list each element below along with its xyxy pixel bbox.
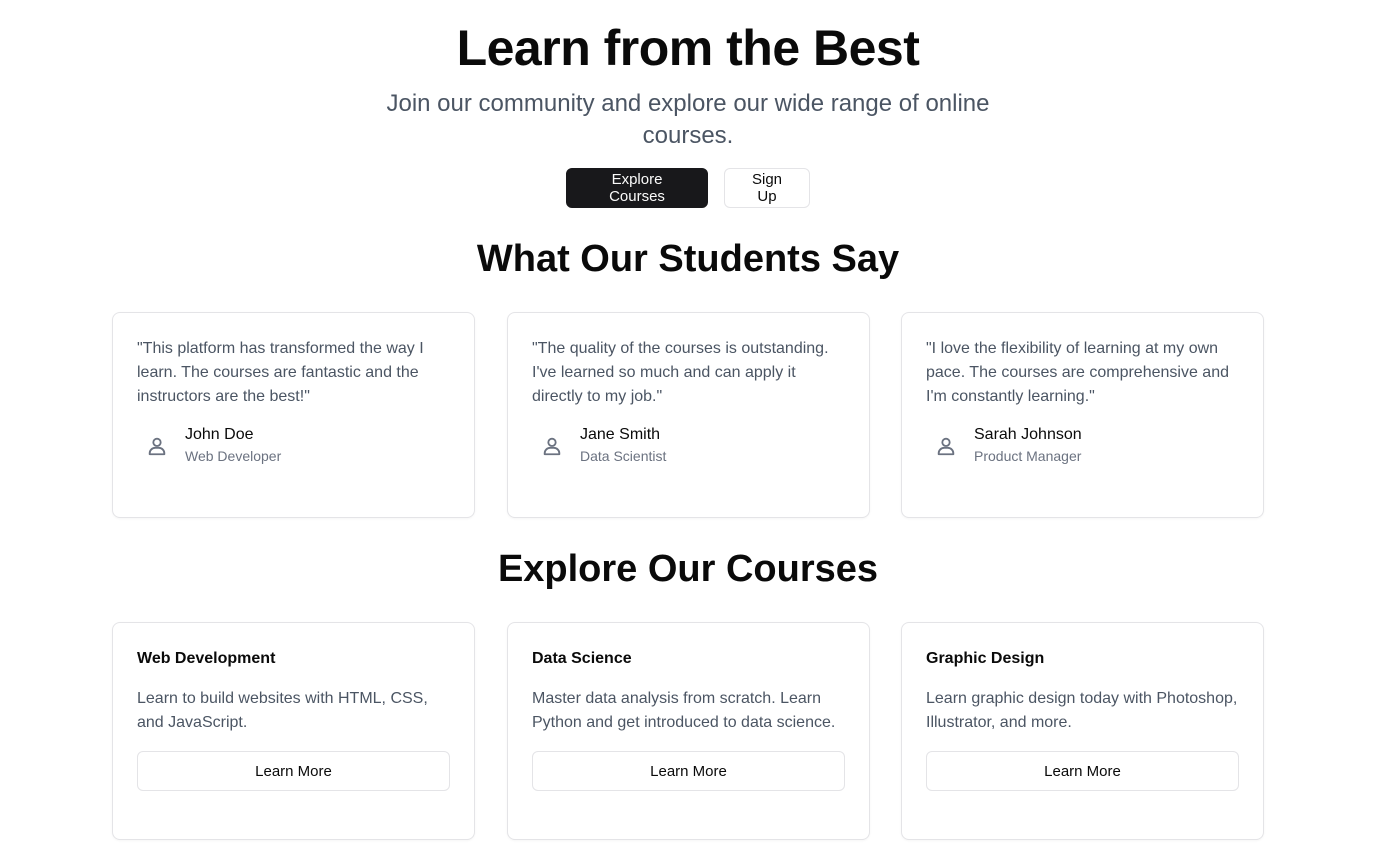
- testimonials-heading: What Our Students Say: [476, 238, 900, 280]
- user-icon: [137, 426, 177, 466]
- author-name: Sarah Johnson: [974, 426, 1082, 443]
- learn-more-button[interactable]: Learn More: [926, 751, 1239, 791]
- hero-title: Learn from the Best: [456, 20, 920, 76]
- learn-more-button[interactable]: Learn More: [137, 751, 450, 791]
- testimonial-author: Jane Smith Data Scientist: [532, 425, 845, 466]
- course-card: Graphic Design Learn graphic design toda…: [901, 622, 1264, 840]
- courses-heading: Explore Our Courses: [497, 548, 879, 590]
- course-description: Learn graphic design today with Photosho…: [926, 690, 1238, 731]
- user-icon: [532, 426, 572, 466]
- author-role: Data Scientist: [580, 448, 667, 464]
- testimonial-quote: "This platform has transformed the way I…: [137, 340, 424, 405]
- course-description: Learn to build websites with HTML, CSS, …: [137, 690, 428, 731]
- course-card: Data Science Master data analysis from s…: [507, 622, 870, 840]
- hero-subtitle: Join our community and explore our wide …: [386, 90, 990, 149]
- testimonial-card: "The quality of the courses is outstandi…: [507, 312, 870, 518]
- author-name: Jane Smith: [580, 426, 661, 443]
- explore-courses-button[interactable]: Explore Courses: [566, 168, 708, 208]
- course-title: Graphic Design: [926, 650, 1045, 667]
- course-description: Master data analysis from scratch. Learn…: [532, 690, 836, 731]
- user-icon: [926, 426, 966, 466]
- course-title: Web Development: [137, 650, 276, 667]
- learn-more-button[interactable]: Learn More: [532, 751, 845, 791]
- testimonial-author: Sarah Johnson Product Manager: [926, 425, 1239, 466]
- testimonial-author: John Doe Web Developer: [137, 425, 450, 466]
- testimonial-card: "I love the flexibility of learning at m…: [901, 312, 1264, 518]
- hero-actions: Explore Courses Sign Up: [0, 168, 1376, 208]
- course-card: Web Development Learn to build websites …: [112, 622, 475, 840]
- author-role: Web Developer: [185, 448, 282, 464]
- author-role: Product Manager: [974, 448, 1082, 464]
- author-name: John Doe: [185, 426, 254, 443]
- testimonial-quote: "I love the flexibility of learning at m…: [926, 340, 1229, 405]
- course-title: Data Science: [532, 650, 632, 667]
- testimonial-quote: "The quality of the courses is outstandi…: [532, 340, 829, 405]
- testimonial-card: "This platform has transformed the way I…: [112, 312, 475, 518]
- sign-up-button[interactable]: Sign Up: [724, 168, 810, 208]
